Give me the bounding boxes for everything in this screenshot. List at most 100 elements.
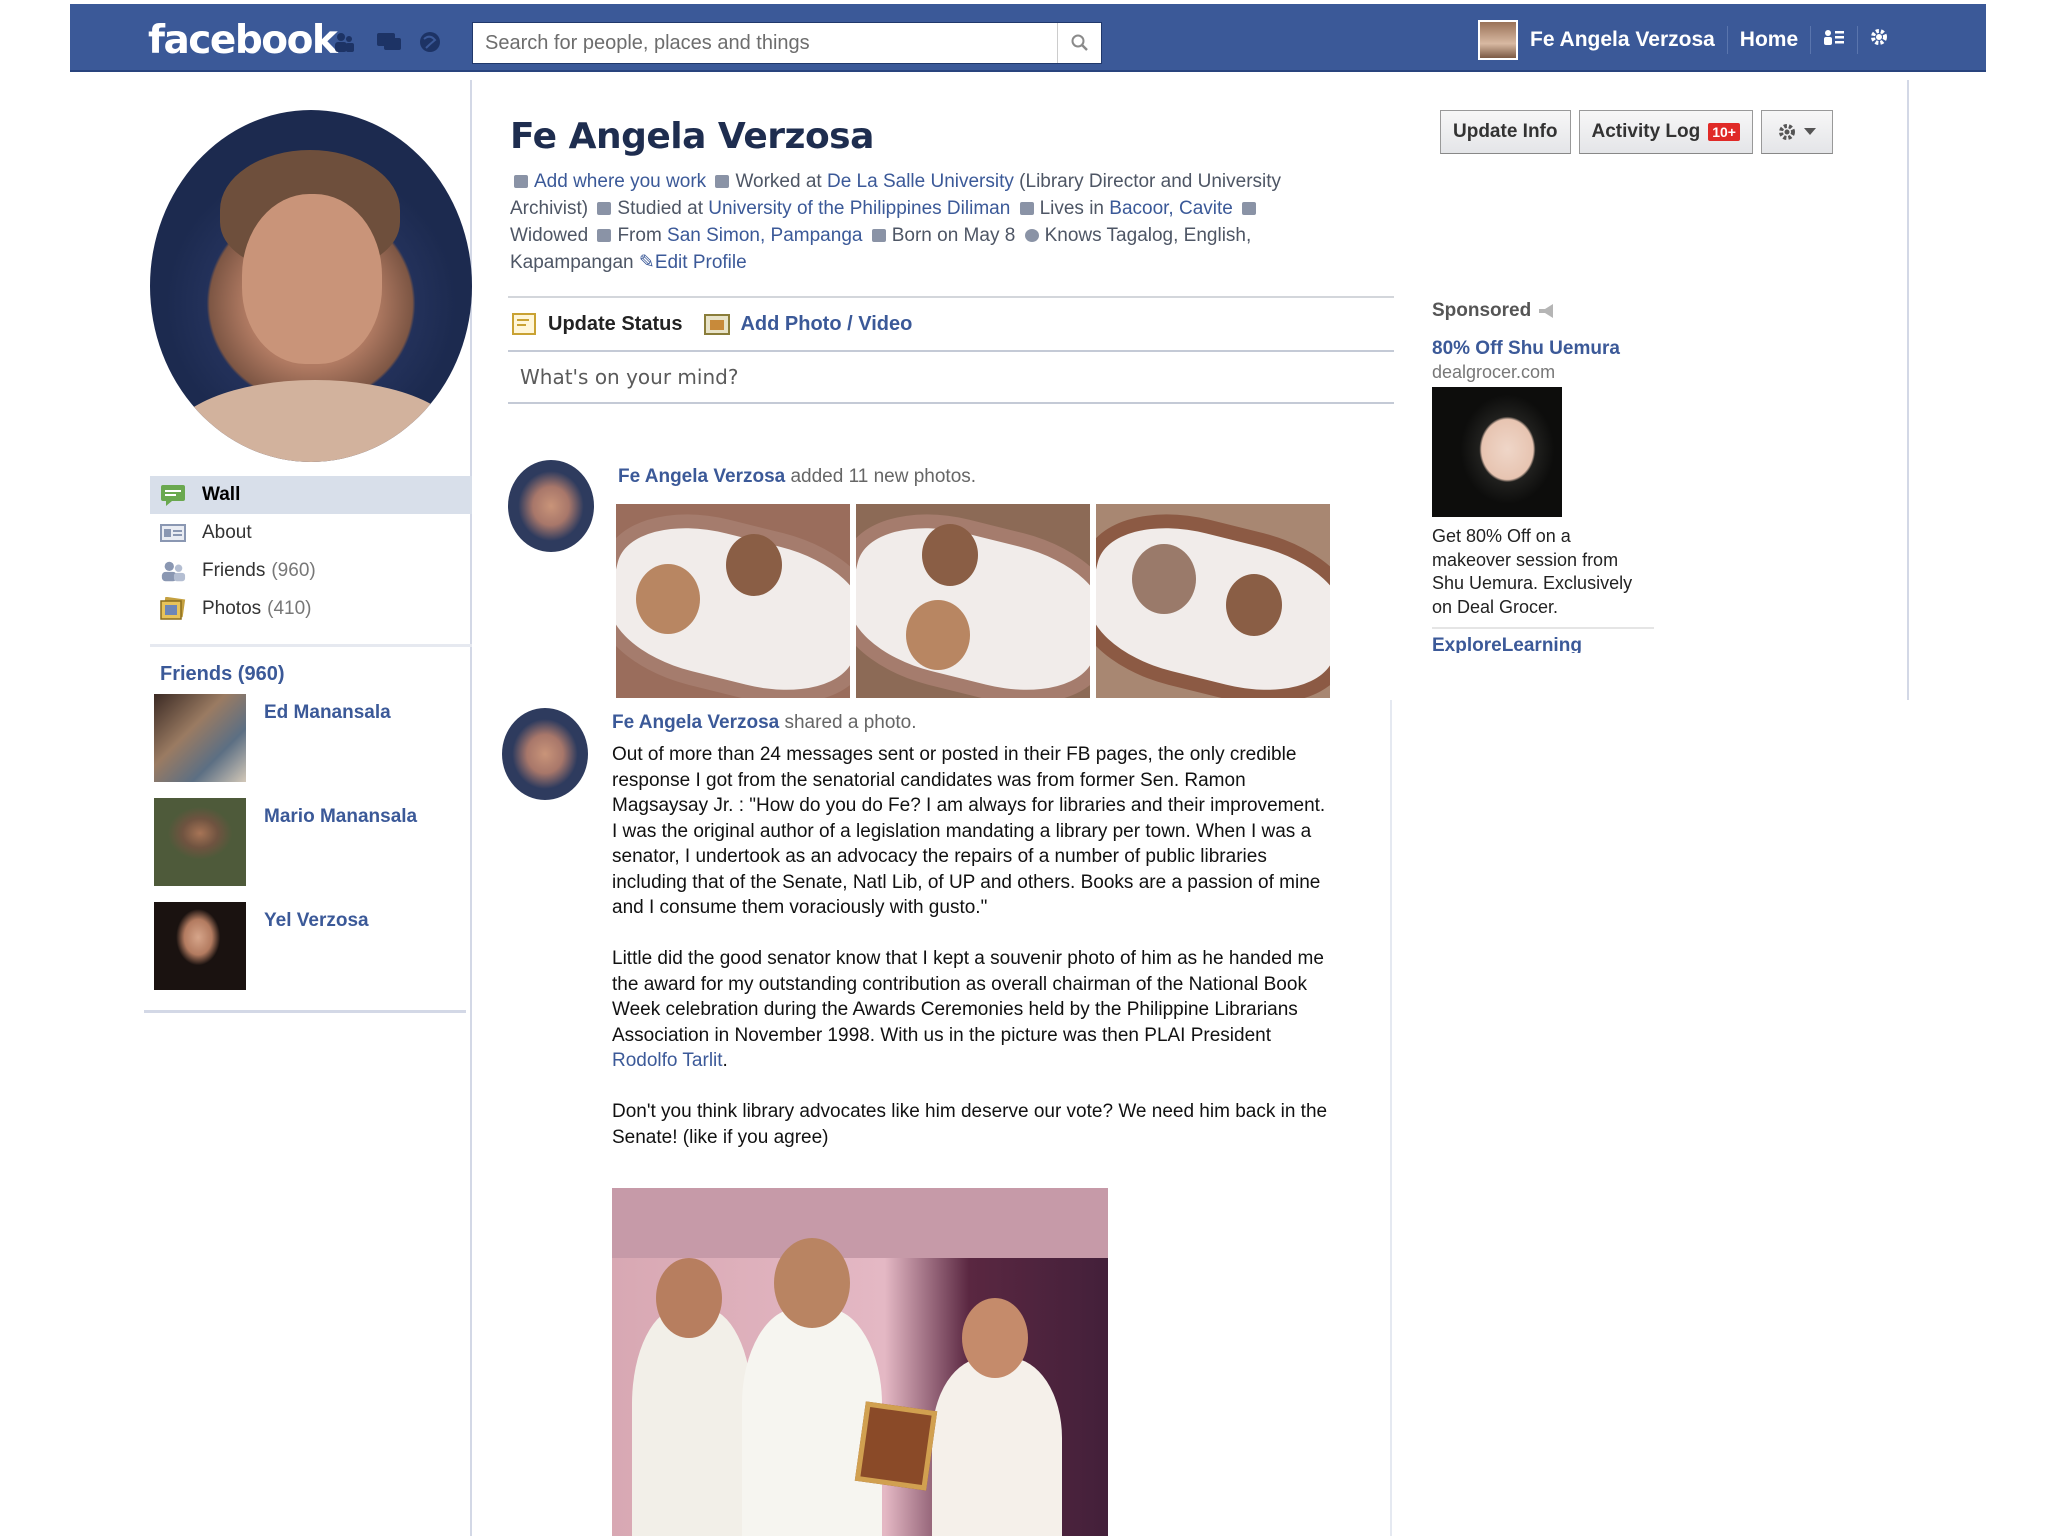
friend-name[interactable]: Yel Verzosa: [264, 910, 369, 932]
sidenav-item-friends[interactable]: Friends (960): [150, 552, 472, 590]
about-icon: [160, 521, 186, 545]
search-input[interactable]: [473, 23, 1057, 63]
story-photo-grid: [616, 504, 1330, 698]
add-work-link[interactable]: Add where you work: [534, 171, 706, 192]
heart-icon: [1242, 202, 1257, 215]
megaphone-icon: [1539, 304, 1554, 318]
ad-title[interactable]: 80% Off Shu Uemura: [1432, 336, 1654, 361]
sidenav-item-photos[interactable]: Photos (410): [150, 590, 472, 628]
nav-separator: [1810, 26, 1812, 54]
city-icon: [1019, 202, 1034, 215]
wall-icon: [160, 483, 186, 507]
story-photo[interactable]: [616, 504, 850, 698]
story-avatar[interactable]: [502, 708, 588, 800]
current-city-link[interactable]: Bacoor, Cavite: [1109, 198, 1233, 219]
photo-shape: [656, 1258, 722, 1338]
activity-log-button[interactable]: Activity Log 10+: [1578, 110, 1753, 154]
sidenav-item-wall[interactable]: Wall: [150, 476, 472, 514]
user-avatar[interactable]: [1478, 20, 1518, 60]
story-photo[interactable]: [1096, 504, 1330, 698]
friend-item[interactable]: Mario Manansala: [150, 798, 472, 902]
photo-shape: [932, 1358, 1062, 1536]
friends-icon: [160, 559, 186, 583]
messages-icon[interactable]: [376, 30, 401, 54]
school-link[interactable]: University of the Philippines Diliman: [708, 198, 1010, 219]
update-info-button[interactable]: Update Info: [1440, 110, 1571, 154]
photo-shape: [1096, 504, 1330, 698]
from-prefix: From: [617, 225, 662, 246]
settings-gear-icon[interactable]: [1870, 28, 1888, 52]
photos-icon: [160, 597, 186, 621]
profile-name[interactable]: Fe Angela Verzosa: [510, 116, 874, 157]
ad-title[interactable]: ExploreLearning: [1432, 635, 1654, 653]
graduation-cap-icon: [597, 202, 612, 215]
activity-log-label: Activity Log: [1591, 121, 1701, 142]
sidenav-label: Friends: [202, 560, 266, 581]
friend-thumbnail[interactable]: [154, 902, 246, 990]
right-column-border: [1907, 80, 1909, 700]
story-header: Fe Angela Verzosa added 11 new photos.: [618, 466, 976, 488]
tagged-person-link[interactable]: Rodolfo Tarlit: [612, 1050, 723, 1071]
profile-picture[interactable]: [150, 110, 472, 462]
photo-shape: [1132, 544, 1196, 614]
sponsored-ads: Sponsored 80% Off Shu Uemura dealgrocer.…: [1432, 296, 1654, 653]
friend-item[interactable]: Yel Verzosa: [150, 902, 472, 1006]
worked-prefix: Worked at: [735, 171, 822, 192]
add-photo-video-tab[interactable]: Add Photo / Video: [704, 312, 912, 336]
notifications-globe-icon[interactable]: [418, 30, 442, 54]
story-action: added 11 new photos.: [790, 466, 977, 487]
sponsored-title: Sponsored: [1432, 296, 1654, 326]
story-message-text: Out of more than 24 messages sent or pos…: [612, 744, 1326, 1046]
profile-header-buttons: Update Info Activity Log 10+: [1440, 110, 1833, 154]
search-button[interactable]: [1057, 23, 1101, 63]
composer-tabs: Update Status Add Photo / Video: [508, 298, 1394, 350]
studied-prefix: Studied at: [617, 198, 703, 219]
status-composer: Update Status Add Photo / Video: [508, 296, 1394, 404]
photo-shape: [1226, 574, 1282, 636]
friend-name[interactable]: Mario Manansala: [264, 806, 417, 828]
friends-box-title[interactable]: Friends (960): [150, 654, 472, 694]
photo-shape: [856, 504, 1090, 698]
sidenav-count: (410): [267, 598, 312, 619]
search-box: [472, 22, 1102, 64]
friend-thumbnail[interactable]: [154, 798, 246, 886]
nav-right: Fe Angela Verzosa Home: [1478, 20, 1888, 60]
ad-text[interactable]: Get 80% Off on a makeover session from S…: [1432, 525, 1654, 619]
status-input[interactable]: [520, 365, 1394, 389]
story-actor-link[interactable]: Fe Angela Verzosa: [618, 466, 785, 487]
sidenav-item-about[interactable]: About: [150, 514, 472, 552]
nav-separator: [1726, 26, 1728, 54]
story-photo[interactable]: [856, 504, 1090, 698]
nav-user-name[interactable]: Fe Angela Verzosa: [1530, 28, 1715, 52]
friend-item[interactable]: Ed Manansala: [150, 694, 472, 798]
briefcase-icon: [514, 175, 528, 188]
gear-icon: [1778, 124, 1795, 140]
story-avatar[interactable]: [508, 460, 594, 552]
update-status-tab[interactable]: Update Status: [512, 312, 682, 336]
profile-settings-button[interactable]: [1760, 110, 1833, 154]
find-friends-icon[interactable]: [1823, 28, 1845, 52]
story-actor-link[interactable]: Fe Angela Verzosa: [612, 712, 779, 733]
ad-image[interactable]: [1432, 387, 1562, 517]
profile-sidenav: Wall About Friends (960) Photos (410): [150, 476, 472, 628]
photo-shape: [906, 600, 970, 670]
hometown-link[interactable]: San Simon, Pampanga: [667, 225, 862, 246]
ad-divider: [1432, 627, 1654, 629]
story-message: Out of more than 24 messages sent or pos…: [612, 742, 1332, 1150]
shared-photo[interactable]: [612, 1188, 1108, 1536]
lives-prefix: Lives in: [1039, 198, 1104, 219]
calendar-icon: [871, 229, 886, 242]
nav-home-link[interactable]: Home: [1740, 28, 1798, 52]
facebook-logo[interactable]: facebook: [148, 18, 338, 63]
friend-requests-icon[interactable]: [332, 30, 356, 54]
friend-thumbnail[interactable]: [154, 694, 246, 782]
search-icon: [1071, 34, 1088, 51]
ad-domain[interactable]: dealgrocer.com: [1432, 361, 1654, 383]
globe-icon: [1024, 229, 1039, 242]
employer-link[interactable]: De La Salle University: [827, 171, 1014, 192]
edit-profile-link[interactable]: Edit Profile: [655, 252, 747, 273]
story-header: Fe Angela Verzosa shared a photo.: [612, 712, 917, 734]
home-icon: [597, 229, 612, 242]
friend-name[interactable]: Ed Manansala: [264, 702, 391, 724]
add-photo-video-label: Add Photo / Video: [740, 312, 913, 335]
